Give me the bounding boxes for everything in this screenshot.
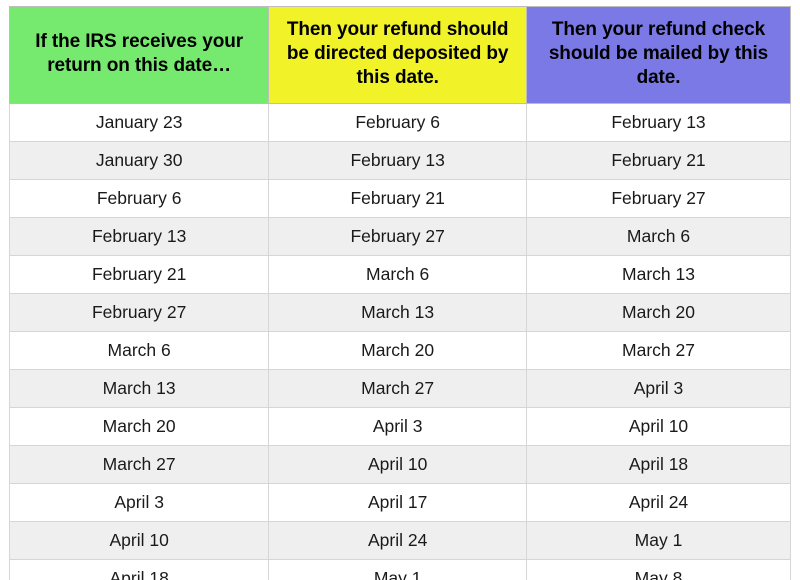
column-header-received: If the IRS receives your return on this … xyxy=(8,6,270,104)
table-row: March 20 April 3 April 10 xyxy=(8,407,791,446)
cell-direct_deposit: April 17 xyxy=(268,483,527,522)
table-row: January 23 February 6 February 13 xyxy=(8,103,791,142)
cell-direct_deposit: April 24 xyxy=(268,521,527,560)
column-header-direct-deposit: Then your refund should be directed depo… xyxy=(268,6,527,104)
cell-mailed_check: May 1 xyxy=(526,521,791,560)
cell-mailed_check: May 8 xyxy=(526,559,791,580)
cell-direct_deposit: April 10 xyxy=(268,445,527,484)
cell-received: January 23 xyxy=(8,103,270,142)
refund-schedule-table: If the IRS receives your return on this … xyxy=(8,6,791,580)
table-body: January 23 February 6 February 13 January 3… xyxy=(8,103,791,580)
cell-received: March 20 xyxy=(8,407,270,446)
table-row: March 27 April 10 April 18 xyxy=(8,445,791,484)
cell-mailed_check: March 20 xyxy=(526,293,791,332)
cell-received: February 27 xyxy=(8,293,270,332)
table-row: January 30 February 13 February 21 xyxy=(8,141,791,180)
cell-mailed_check: March 27 xyxy=(526,331,791,370)
column-header-mailed-check: Then your refund check should be mailed … xyxy=(526,6,791,104)
cell-received: February 6 xyxy=(8,179,270,218)
table-header: If the IRS receives your return on this … xyxy=(8,6,791,104)
table-row: April 3 April 17 April 24 xyxy=(8,483,791,522)
table-row: March 6 March 20 March 27 xyxy=(8,331,791,370)
table-row: February 13 February 27 March 6 xyxy=(8,217,791,256)
cell-direct_deposit: April 3 xyxy=(268,407,527,446)
cell-mailed_check: April 10 xyxy=(526,407,791,446)
table-row: April 18 May 1 May 8 xyxy=(8,559,791,580)
cell-mailed_check: April 3 xyxy=(526,369,791,408)
cell-mailed_check: February 13 xyxy=(526,103,791,142)
cell-direct_deposit: February 21 xyxy=(268,179,527,218)
cell-direct_deposit: March 20 xyxy=(268,331,527,370)
table-row: February 27 March 13 March 20 xyxy=(8,293,791,332)
cell-received: March 6 xyxy=(8,331,270,370)
cell-mailed_check: February 27 xyxy=(526,179,791,218)
table-row: February 6 February 21 February 27 xyxy=(8,179,791,218)
cell-received: April 3 xyxy=(8,483,270,522)
cell-direct_deposit: February 6 xyxy=(268,103,527,142)
cell-direct_deposit: May 1 xyxy=(268,559,527,580)
cell-received: April 18 xyxy=(8,559,270,580)
table-row: February 21 March 6 March 13 xyxy=(8,255,791,294)
header-row: If the IRS receives your return on this … xyxy=(8,6,791,104)
table-row: March 13 March 27 April 3 xyxy=(8,369,791,408)
cell-direct_deposit: February 27 xyxy=(268,217,527,256)
cell-mailed_check: April 24 xyxy=(526,483,791,522)
cell-direct_deposit: February 13 xyxy=(268,141,527,180)
cell-received: April 10 xyxy=(8,521,270,560)
cell-received: March 27 xyxy=(8,445,270,484)
cell-mailed_check: March 6 xyxy=(526,217,791,256)
table-row: April 10 April 24 May 1 xyxy=(8,521,791,560)
refund-schedule-container: If the IRS receives your return on this … xyxy=(0,0,800,580)
cell-received: March 13 xyxy=(8,369,270,408)
cell-direct_deposit: March 27 xyxy=(268,369,527,408)
cell-mailed_check: March 13 xyxy=(526,255,791,294)
cell-received: January 30 xyxy=(8,141,270,180)
cell-received: February 21 xyxy=(8,255,270,294)
cell-mailed_check: April 18 xyxy=(526,445,791,484)
cell-direct_deposit: March 13 xyxy=(268,293,527,332)
cell-mailed_check: February 21 xyxy=(526,141,791,180)
cell-received: February 13 xyxy=(8,217,270,256)
cell-direct_deposit: March 6 xyxy=(268,255,527,294)
